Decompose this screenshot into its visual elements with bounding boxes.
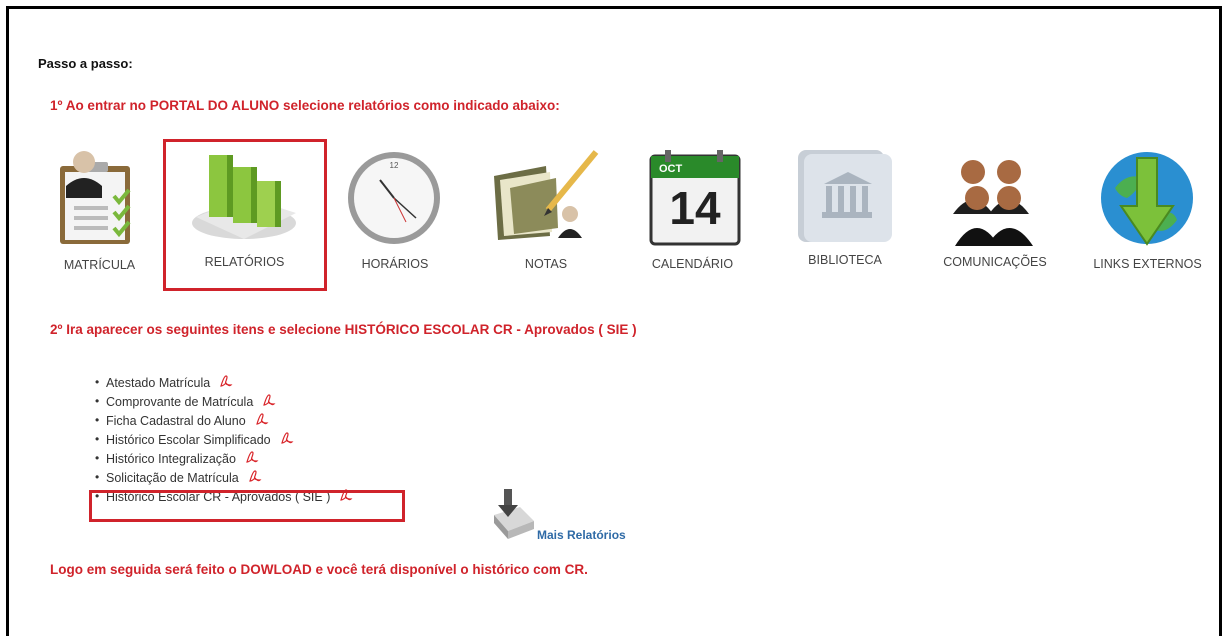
report-label: Comprovante de Matrícula [106, 395, 254, 409]
intro-text: Passo a passo: [38, 56, 133, 71]
report-label: Histórico Integralização [106, 452, 236, 466]
tile-label-notas: NOTAS [524, 257, 568, 271]
list-item-comprovante-matricula[interactable]: • Comprovante de Matrícula [95, 393, 353, 412]
report-label: Solicitação de Matrícula [106, 471, 239, 485]
report-label: Histórico Escolar Simplificado [106, 433, 271, 447]
more-reports-label: Mais Relatórios [537, 528, 626, 542]
clock-icon: 12 [348, 152, 440, 244]
reports-list: • Atestado Matrícula • Comprovante de Matr… [95, 374, 353, 507]
pdf-icon[interactable] [280, 431, 294, 445]
list-item-solicitacao-matricula[interactable]: • Solicitação de Matrícula [95, 469, 353, 488]
people-icon [953, 160, 1033, 246]
tile-label-biblioteca: BIBLIOTECA [808, 253, 882, 267]
tile-label-calendario: CALENDÁRIO [651, 257, 734, 271]
tile-label-matricula: MATRÍCULA [63, 258, 136, 272]
tile-notas[interactable]: NOTAS [490, 148, 602, 273]
tile-links-externos[interactable]: LINKS EXTERNOS [1085, 148, 1210, 273]
pdf-icon[interactable] [248, 469, 262, 483]
final-instruction: Logo em seguida será feito o DOWLOAD e v… [50, 562, 588, 577]
clipboard-checklist-icon [60, 151, 131, 244]
globe-download-icon [1101, 152, 1193, 246]
list-item-atestado-matricula[interactable]: • Atestado Matrícula [95, 374, 353, 393]
list-item-historico-integralizacao[interactable]: • Histórico Integralização [95, 450, 353, 469]
folder-pencil-icon [494, 150, 599, 240]
list-item-ficha-cadastral[interactable]: • Ficha Cadastral do Aluno [95, 412, 353, 431]
pdf-icon[interactable] [255, 412, 269, 426]
report-label: Atestado Matrícula [106, 376, 211, 390]
calendar-day: 14 [669, 182, 721, 234]
pdf-icon[interactable] [245, 450, 259, 464]
more-reports-button[interactable]: Mais Relatórios [490, 485, 660, 545]
tile-biblioteca[interactable]: BIBLIOTECA [790, 146, 900, 271]
download-folder-icon [494, 489, 534, 539]
step1-instruction: 1º Ao entrar no PORTAL DO ALUNO selecion… [50, 98, 560, 113]
tile-label-horarios: HORÁRIOS [361, 257, 429, 271]
step2-instruction: 2º Ira aparecer os seguintes itens e sel… [50, 322, 637, 337]
tile-matricula[interactable]: MATRÍCULA [52, 148, 147, 273]
tile-label-links-externos: LINKS EXTERNOS [1093, 257, 1202, 271]
svg-text:12: 12 [390, 161, 399, 170]
highlight-historico-cr [89, 490, 405, 522]
library-book-icon [798, 150, 892, 242]
highlight-relatorios [163, 139, 327, 291]
calendar-icon: OCT 14 [649, 150, 741, 246]
tile-comunicacoes[interactable]: COMUNICAÇÕES [935, 152, 1055, 277]
tile-horarios[interactable]: 12 HORÁRIOS [340, 150, 450, 275]
tile-label-comunicacoes: COMUNICAÇÕES [943, 255, 1047, 269]
pdf-icon[interactable] [262, 393, 276, 407]
calendar-month: OCT [659, 163, 683, 175]
list-item-historico-simplificado[interactable]: • Histórico Escolar Simplificado [95, 431, 353, 450]
tile-calendario[interactable]: OCT 14 CALENDÁRIO [640, 148, 745, 273]
report-label: Ficha Cadastral do Aluno [106, 414, 246, 428]
pdf-icon[interactable] [219, 374, 233, 388]
